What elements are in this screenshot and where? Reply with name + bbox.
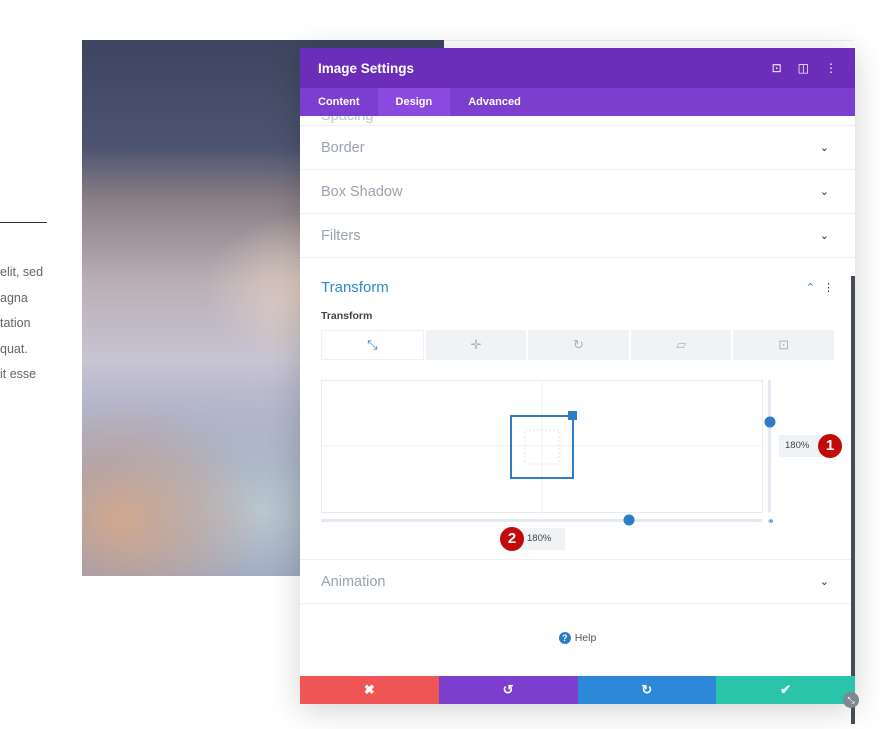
modal-header: Image Settings ⊡ ◫ ⋮ bbox=[300, 48, 855, 88]
undo-button[interactable]: ↺ bbox=[438, 676, 578, 704]
rotate-icon[interactable]: ↻ bbox=[528, 330, 629, 360]
section-label: Box Shadow bbox=[321, 183, 403, 200]
resize-icon[interactable]: ⤡ bbox=[843, 692, 859, 708]
text-line: it esse bbox=[0, 367, 37, 381]
text-line: elit, sed bbox=[0, 265, 44, 279]
sidebar-layout-icon[interactable]: ◫ bbox=[798, 61, 809, 75]
transform-tool-tabs: ⤡ ✛ ↻ ▱ ⊡ bbox=[321, 330, 834, 360]
transform-label: Transform bbox=[321, 310, 373, 322]
scale-editor: ⚭ bbox=[321, 380, 776, 526]
chevron-up-icon[interactable]: ⌃ bbox=[806, 281, 815, 294]
scale-y-input[interactable]: 180% bbox=[779, 435, 823, 457]
divider bbox=[0, 222, 47, 223]
text-line: agna bbox=[0, 290, 28, 305]
y-slider-handle[interactable] bbox=[764, 416, 776, 428]
scrollbar[interactable] bbox=[851, 276, 855, 724]
cancel-button[interactable]: ✖ bbox=[300, 676, 439, 704]
focus-icon[interactable]: ⊡ bbox=[772, 61, 782, 75]
scale-icon[interactable]: ⤡ bbox=[321, 330, 424, 360]
section-label: Filters bbox=[321, 227, 361, 244]
tab-advanced[interactable]: Advanced bbox=[450, 88, 539, 116]
save-button[interactable]: ✔ bbox=[716, 676, 855, 704]
x-slider-track[interactable] bbox=[321, 519, 762, 522]
help-icon: ? bbox=[558, 632, 571, 644]
text-line: quat. bbox=[0, 341, 28, 356]
image-settings-modal: Image Settings ⊡ ◫ ⋮ Content Design Adva… bbox=[300, 48, 855, 724]
y-slider-track[interactable] bbox=[768, 380, 771, 512]
divider bbox=[444, 40, 854, 41]
section-label: Border bbox=[321, 139, 365, 156]
section-box-shadow[interactable]: Box Shadow ⌄ bbox=[300, 170, 855, 214]
skew-icon[interactable]: ▱ bbox=[630, 330, 732, 360]
body-text: elit, sed agna tation quat. it esse bbox=[0, 260, 43, 388]
origin-icon[interactable]: ⊡ bbox=[733, 330, 834, 360]
text-line: tation bbox=[0, 316, 31, 330]
more-vertical-icon[interactable]: ⋮ bbox=[823, 281, 834, 294]
help-label: Help bbox=[574, 632, 597, 644]
section-animation[interactable]: Animation ⌄ bbox=[300, 560, 855, 604]
chevron-down-icon: ⌄ bbox=[819, 230, 829, 242]
modal-tabs: Content Design Advanced bbox=[300, 88, 855, 116]
chevron-down-icon: ⌄ bbox=[819, 142, 829, 154]
redo-button[interactable]: ↻ bbox=[577, 676, 717, 704]
tab-design[interactable]: Design bbox=[377, 88, 451, 116]
link-icon[interactable]: ⚭ bbox=[767, 516, 775, 526]
translate-icon[interactable]: ✛ bbox=[425, 330, 527, 360]
scale-x-input[interactable]: 180% bbox=[521, 528, 565, 550]
section-spacing[interactable]: Spacing bbox=[300, 116, 855, 126]
x-slider-handle[interactable] bbox=[623, 514, 635, 526]
modal-title: Image Settings bbox=[318, 60, 415, 76]
modal-footer: ✖ ↺ ↻ ✔ bbox=[300, 676, 855, 704]
annotation-badge: 2 bbox=[500, 527, 524, 551]
section-label[interactable]: Transform bbox=[321, 279, 806, 296]
chevron-down-icon: ⌄ bbox=[819, 186, 829, 198]
more-vertical-icon[interactable]: ⋮ bbox=[825, 61, 837, 75]
section-filters[interactable]: Filters ⌄ bbox=[300, 214, 855, 258]
resize-handle-icon[interactable] bbox=[568, 411, 577, 420]
section-border[interactable]: Border ⌄ bbox=[300, 126, 855, 170]
chevron-down-icon: ⌄ bbox=[819, 576, 829, 588]
annotation-badge: 1 bbox=[818, 434, 842, 458]
tab-content[interactable]: Content bbox=[300, 88, 378, 116]
section-label: Animation bbox=[321, 573, 386, 590]
help-link[interactable]: ? Help bbox=[300, 632, 855, 644]
